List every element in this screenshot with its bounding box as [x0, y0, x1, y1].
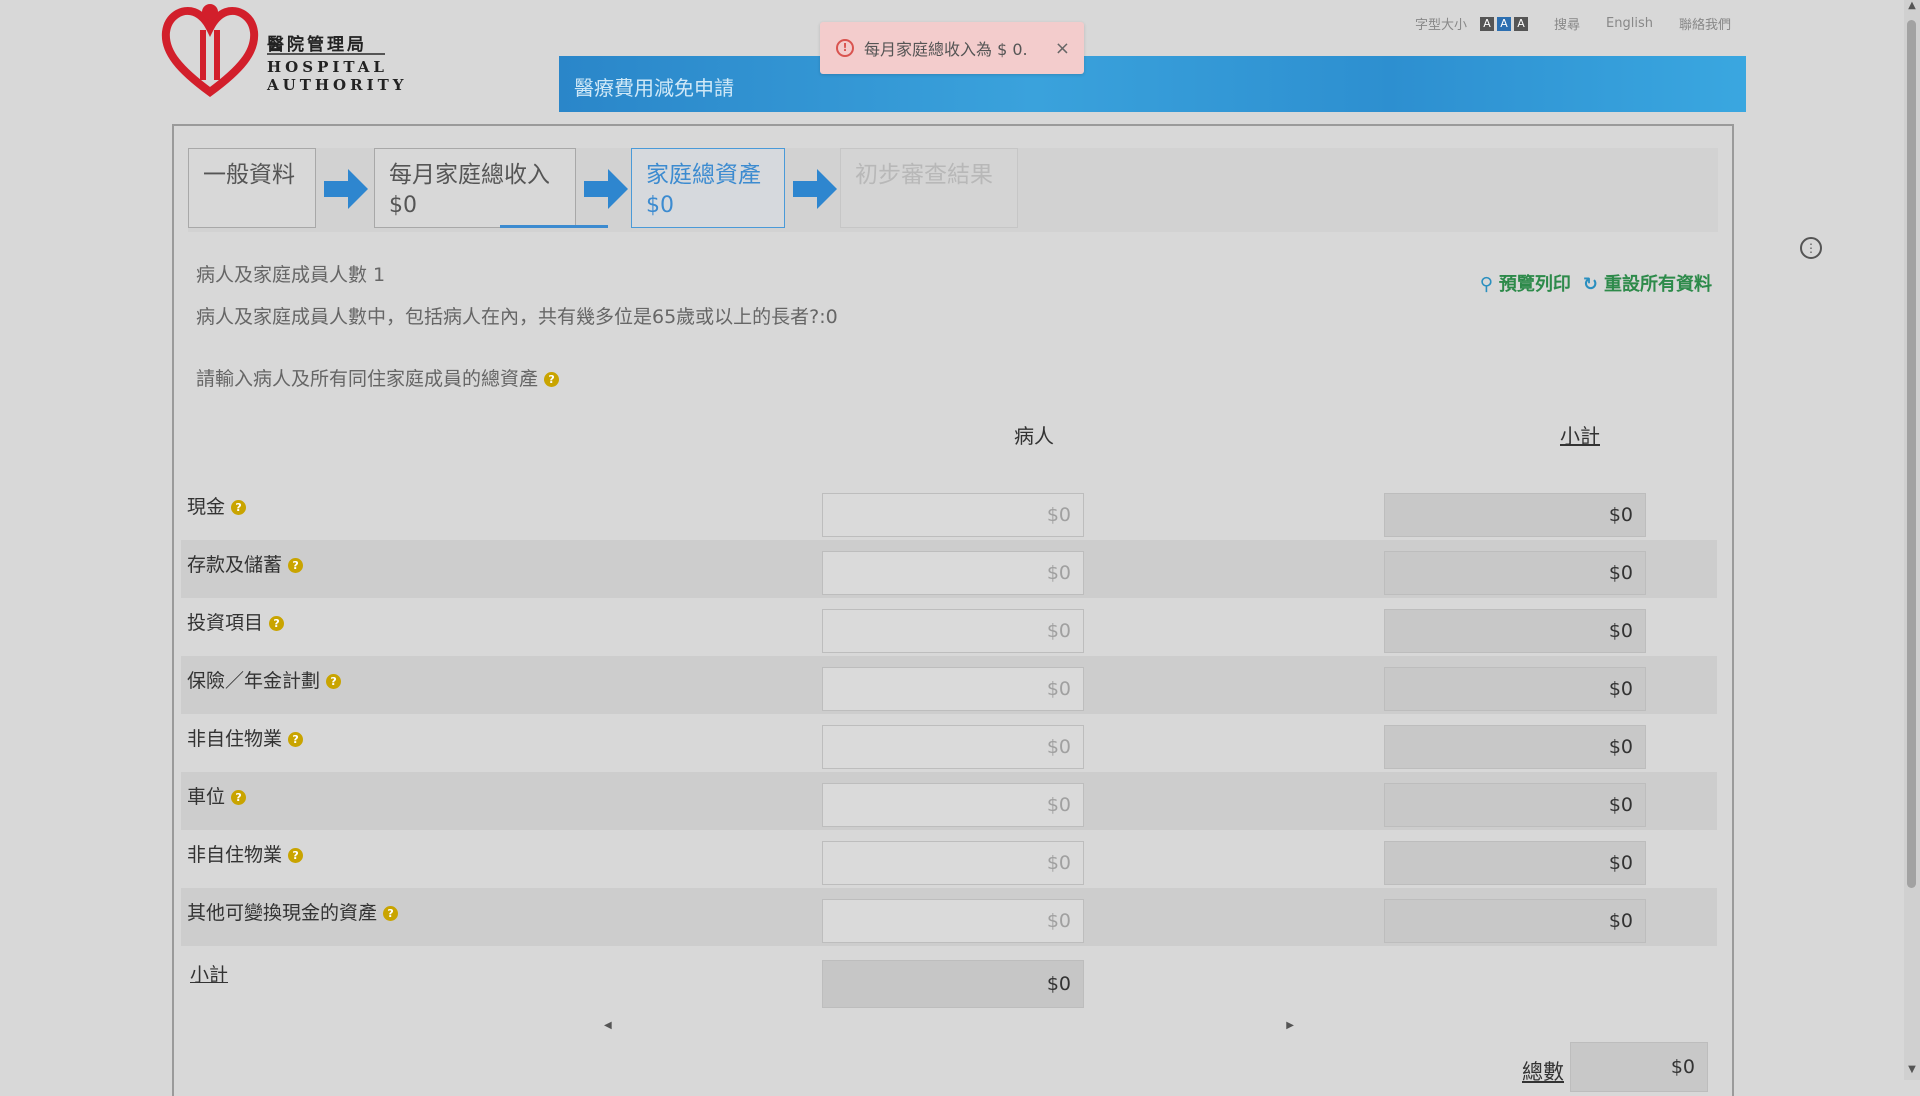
help-icon[interactable]: ? [269, 616, 285, 631]
asset-table: 現金? $0 $0 存款及儲蓄? $0 $0 投資項目? $0 $0 保險／年金… [181, 482, 1717, 1008]
logo-text-zh: 醫院管理局 [267, 35, 367, 55]
patient-asset-input[interactable]: $0 [822, 841, 1084, 885]
asset-subtotal: $0 [1384, 725, 1646, 769]
english-link[interactable]: English [1606, 16, 1653, 31]
asset-subtotal: $0 [1384, 783, 1646, 827]
total-label[interactable]: 總數 [1522, 1056, 1564, 1086]
asset-label: 非自住物業 [187, 728, 283, 750]
step-monthly-income[interactable]: 每月家庭總收入 $0 [374, 148, 608, 228]
magnifier-icon: ⚲ [1479, 274, 1493, 295]
help-icon[interactable]: ? [288, 732, 304, 747]
asset-row-cash: 現金? $0 $0 [181, 482, 1717, 540]
step-preliminary-result: 初步審查結果 [840, 148, 1018, 228]
patient-asset-input[interactable]: $0 [822, 899, 1084, 943]
toast-message: 每月家庭總收入為 $ 0. [864, 40, 1028, 59]
scroll-left-arrow-icon[interactable]: ◀ [604, 1020, 612, 1031]
asset-subtotal: $0 [1384, 899, 1646, 943]
help-icon[interactable]: ? [544, 372, 560, 387]
asset-subtotal: $0 [1384, 667, 1646, 711]
page-title: 醫療費用減免申請 [574, 76, 734, 100]
asset-label: 其他可變換現金的資產 [187, 902, 378, 924]
help-icon[interactable]: ? [288, 848, 304, 863]
step-general-info[interactable]: 一般資料 [188, 148, 316, 228]
scroll-down-arrow-icon[interactable]: ▼ [1904, 1064, 1920, 1080]
elderly-count: 病人及家庭成員人數中，包括病人在內，共有幾多位是65歲或以上的長者?:0 [196, 306, 838, 328]
patient-asset-input[interactable]: $0 [822, 493, 1084, 537]
asset-instruction: 請輸入病人及所有同住家庭成員的總資產? [196, 364, 560, 391]
font-size-medium-button[interactable]: A [1497, 17, 1512, 31]
logo-heart-icon [161, 4, 259, 97]
asset-label: 非自住物業 [187, 844, 283, 866]
help-icon[interactable]: ? [231, 790, 247, 805]
help-icon[interactable]: ? [231, 500, 247, 515]
scroll-right-arrow-icon[interactable]: ▶ [1286, 1020, 1294, 1031]
asset-subtotal: $0 [1384, 609, 1646, 653]
patient-subtotal-row: 小計 $0 [181, 946, 1717, 1008]
income-toast: ! 每月家庭總收入為 $ 0. × [820, 22, 1084, 74]
household-members-count: 病人及家庭成員人數 1 [196, 264, 386, 286]
page-banner: 醫療費用減免申請 [559, 56, 1746, 112]
asset-subtotal: $0 [1384, 841, 1646, 885]
scrollbar-thumb[interactable] [1907, 20, 1916, 888]
scroll-up-arrow-icon[interactable]: ▲ [1904, 0, 1920, 16]
preview-print-button[interactable]: ⚲ 預覽列印 [1480, 270, 1571, 296]
asset-subtotal: $0 [1384, 551, 1646, 595]
asset-label: 存款及儲蓄 [187, 554, 283, 576]
asset-row-deposits: 存款及儲蓄? $0 $0 [181, 540, 1717, 598]
patient-asset-input[interactable]: $0 [822, 783, 1084, 827]
help-icon[interactable]: ? [383, 906, 399, 921]
logo-text-en: HOSPITAL AUTHORITY [267, 58, 408, 94]
search-link[interactable]: 搜尋 [1554, 14, 1580, 33]
font-size-large-button[interactable]: A [1514, 17, 1529, 31]
refresh-icon: ↻ [1582, 274, 1598, 295]
horizontal-scrollbar[interactable]: ◀ ▶ [604, 1020, 1294, 1034]
contact-us-link[interactable]: 聯絡我們 [1679, 14, 1731, 33]
patient-subtotal-value: $0 [822, 960, 1084, 1008]
asset-row-other: 其他可變換現金的資產? $0 $0 [181, 888, 1717, 946]
font-size-label: 字型大小 [1415, 18, 1468, 33]
asset-row-parking: 車位? $0 $0 [181, 772, 1717, 830]
asset-label: 現金 [187, 496, 226, 518]
help-icon[interactable]: ? [326, 674, 342, 689]
asset-row-non-owner-property-2: 非自住物業? $0 $0 [181, 830, 1717, 888]
patient-asset-input[interactable]: $0 [822, 609, 1084, 653]
vertical-scrollbar[interactable]: ▲ ▼ [1904, 0, 1920, 1080]
asset-row-investments: 投資項目? $0 $0 [181, 598, 1717, 656]
total-value: $0 [1570, 1042, 1708, 1092]
asset-form-panel: 一般資料 每月家庭總收入 $0 家庭總資產 $0 初步審查結果 病人及家庭成員人… [172, 124, 1734, 1096]
asset-label: 投資項目 [187, 612, 264, 634]
top-links: 字型大小 AAA 搜尋 English 聯絡我們 [1415, 14, 1731, 33]
subtotal-label[interactable]: 小計 [190, 960, 228, 987]
asset-row-insurance: 保險／年金計劃? $0 $0 [181, 656, 1717, 714]
step-total-assets[interactable]: 家庭總資產 $0 [631, 148, 785, 228]
step-underline [500, 225, 608, 228]
logo-divider [267, 53, 385, 55]
close-icon[interactable]: × [1055, 38, 1070, 59]
step-progress: 一般資料 每月家庭總收入 $0 家庭總資產 $0 初步審查結果 [188, 148, 1718, 232]
asset-subtotal: $0 [1384, 493, 1646, 537]
patient-asset-input[interactable]: $0 [822, 725, 1084, 769]
asset-label: 車位 [187, 786, 226, 808]
column-header-subtotal[interactable]: 小計 [1480, 420, 1680, 449]
column-header-patient: 病人 [1014, 424, 1054, 448]
asset-label: 保險／年金計劃 [187, 670, 321, 692]
warning-icon: ! [836, 39, 854, 57]
help-icon[interactable]: ? [288, 558, 304, 573]
reset-all-button[interactable]: ↻ 重設所有資料 [1583, 270, 1712, 296]
asset-row-non-owner-property: 非自住物業? $0 $0 [181, 714, 1717, 772]
patient-asset-input[interactable]: $0 [822, 667, 1084, 711]
form-actions: ⚲ 預覽列印 ↻ 重設所有資料 [1480, 270, 1712, 296]
patient-asset-input[interactable]: $0 [822, 551, 1084, 595]
accessibility-icon[interactable]: ⋮ [1800, 237, 1822, 259]
font-size-small-button[interactable]: A [1480, 17, 1495, 31]
hospital-authority-logo[interactable]: 醫院管理局 HOSPITAL AUTHORITY [160, 0, 403, 100]
